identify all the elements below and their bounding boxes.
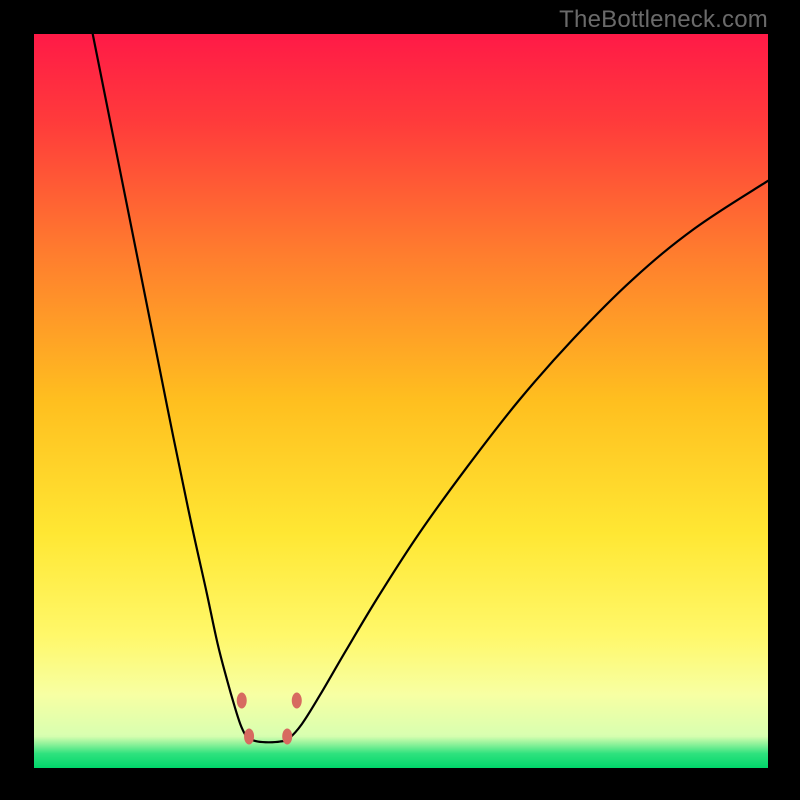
plot-area — [34, 34, 768, 768]
green-baseline-band — [34, 736, 768, 768]
marker-dot-1 — [244, 728, 254, 744]
marker-dot-0 — [237, 692, 247, 708]
bottleneck-chart — [34, 34, 768, 768]
marker-dot-2 — [282, 728, 292, 744]
marker-dot-3 — [292, 692, 302, 708]
watermark-label: TheBottleneck.com — [559, 6, 768, 34]
chart-frame: TheBottleneck.com — [0, 0, 800, 800]
gradient-background — [34, 34, 768, 768]
